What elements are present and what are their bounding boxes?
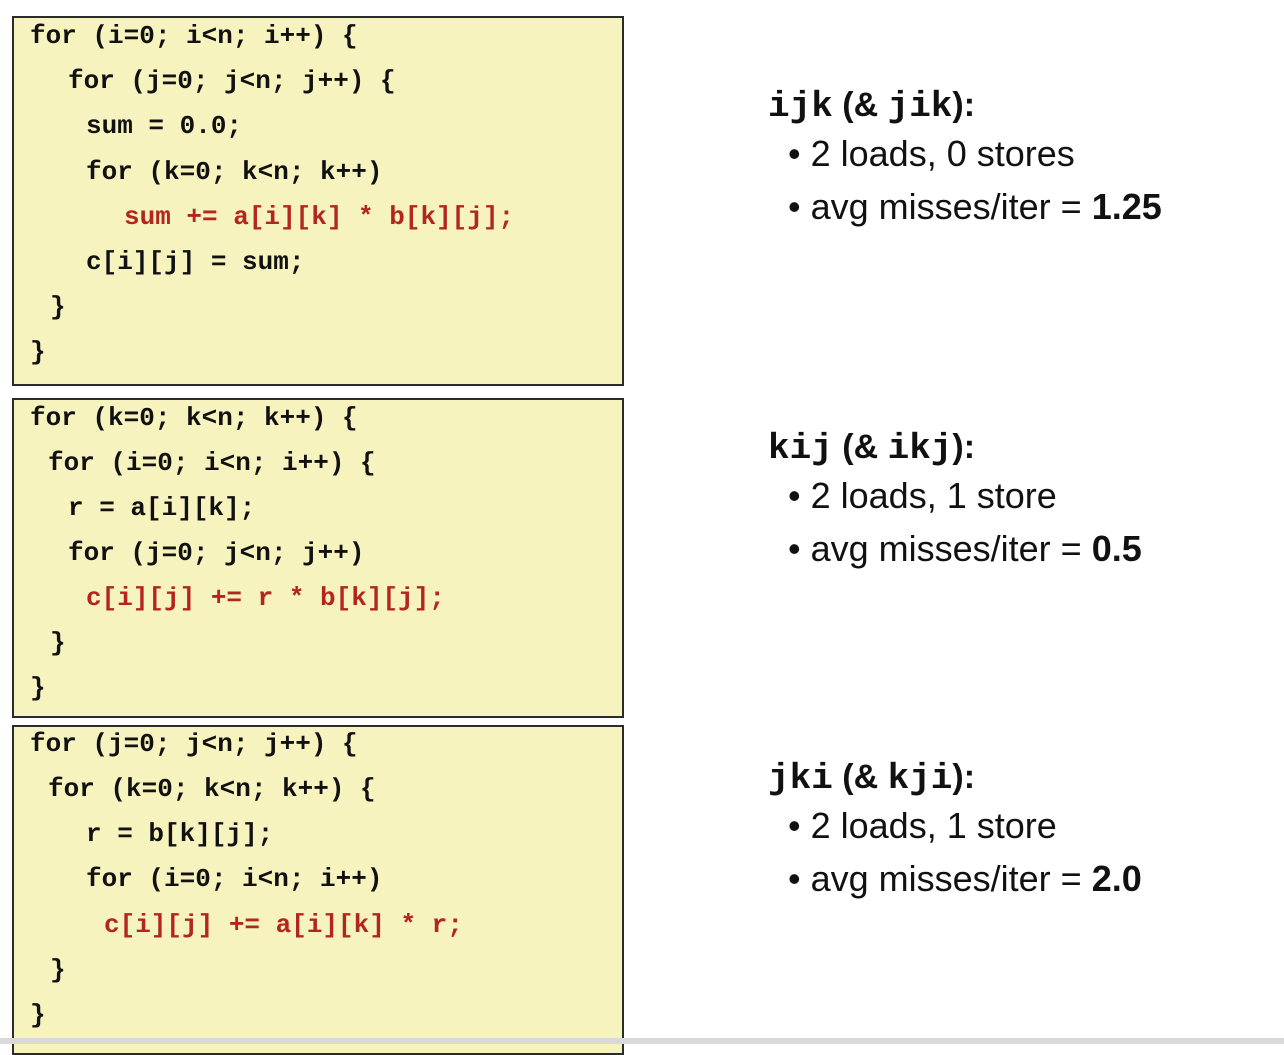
code-line: sum = 0.0; (86, 111, 243, 141)
code-line: } (50, 628, 66, 658)
code-line: for (i=0; i<n; i++) (86, 864, 383, 894)
summary-ijk: ijk (& jik): • 2 loads, 0 stores • avg mis… (768, 86, 1162, 233)
code-line: for (k=0; k<n; k++) { (30, 403, 358, 433)
code-line-highlighted: c[i][j] += r * b[k][j]; (86, 583, 445, 613)
code-line: r = a[i][k]; (68, 493, 256, 523)
code-block-jki: for (j=0; j<n; j++) { for (k=0; k<n; k++… (12, 725, 624, 1055)
code-line: for (i=0; i<n; i++) { (48, 448, 376, 478)
code-line: r = b[k][j]; (86, 819, 274, 849)
code-line: for (j=0; j<n; j++) { (68, 66, 396, 96)
bullet-icon: • (788, 528, 801, 569)
bullet-icon: • (788, 475, 801, 516)
bullet-loads-stores: • 2 loads, 1 store (788, 475, 1057, 516)
code-line: } (30, 673, 46, 703)
code-line: for (j=0; j<n; j++) { (30, 729, 358, 759)
summary-jki: jki (& kji): • 2 loads, 1 store • avg miss… (768, 758, 1142, 905)
summary-kij: kij (& ikj): • 2 loads, 1 store • avg miss… (768, 428, 1142, 575)
summary-title: kij (& ikj): (768, 428, 976, 469)
bullet-loads-stores: • 2 loads, 0 stores (788, 133, 1075, 174)
bullet-icon: • (788, 805, 801, 846)
code-line-highlighted: c[i][j] += a[i][k] * r; (104, 910, 463, 940)
code-block-ijk: for (i=0; i<n; i++) { for (j=0; j<n; j++… (12, 16, 624, 386)
code-line: for (k=0; k<n; k++) (86, 157, 383, 187)
summary-title: ijk (& jik): (768, 86, 976, 127)
code-line: } (50, 955, 66, 985)
bullet-avg-misses: • avg misses/iter = 2.0 (788, 858, 1142, 899)
code-line: for (j=0; j<n; j++) (68, 538, 365, 568)
bullet-avg-misses: • avg misses/iter = 0.5 (788, 528, 1142, 569)
code-block-kij: for (k=0; k<n; k++) { for (i=0; i<n; i++… (12, 398, 624, 718)
bullet-icon: • (788, 133, 801, 174)
bullet-icon: • (788, 858, 801, 899)
bullet-icon: • (788, 186, 801, 227)
bottom-scroll-bar (0, 1038, 1284, 1044)
code-line: for (k=0; k<n; k++) { (48, 774, 376, 804)
code-line: } (50, 292, 66, 322)
code-line-highlighted: sum += a[i][k] * b[k][j]; (124, 202, 515, 232)
code-line: for (i=0; i<n; i++) { (30, 21, 358, 51)
code-line: } (30, 337, 46, 367)
summary-title: jki (& kji): (768, 758, 976, 799)
code-line: c[i][j] = sum; (86, 247, 305, 277)
bullet-avg-misses: • avg misses/iter = 1.25 (788, 186, 1162, 227)
bullet-loads-stores: • 2 loads, 1 store (788, 805, 1057, 846)
code-line: } (30, 1000, 46, 1030)
